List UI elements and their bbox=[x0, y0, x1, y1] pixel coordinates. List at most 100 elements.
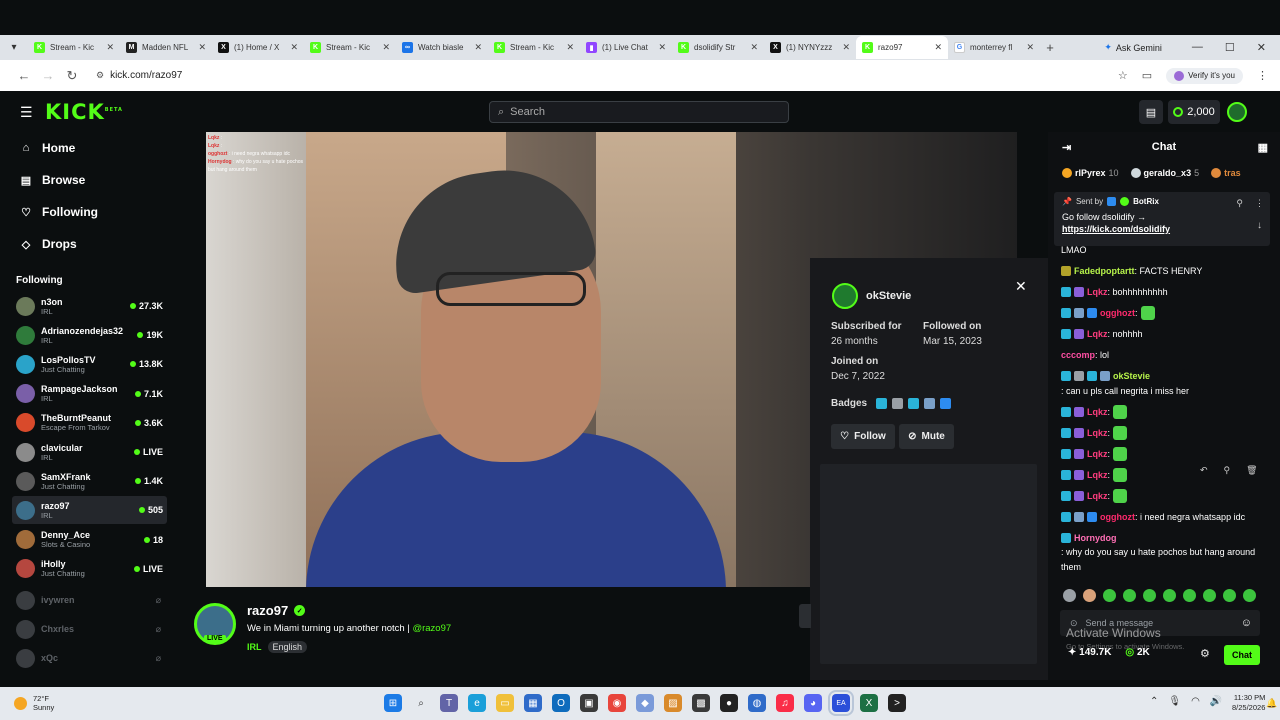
chat-message[interactable]: cccomp: lol bbox=[1061, 348, 1273, 363]
quick-emote-icon[interactable] bbox=[1163, 589, 1176, 602]
edge-icon[interactable]: e bbox=[468, 694, 486, 712]
chat-message[interactable]: ogghozt: i need negra whatsapp idc bbox=[1061, 510, 1273, 525]
outlook-icon[interactable]: O bbox=[552, 694, 570, 712]
following-item[interactable]: SamXFrank Just Chatting 1.4K bbox=[12, 467, 167, 495]
chat-message[interactable]: Lqkz: bohhhhhhhhh bbox=[1061, 285, 1273, 300]
tab-close-icon[interactable]: ✕ bbox=[566, 42, 574, 53]
sidebar-nav-home[interactable]: ⌂ Home bbox=[20, 141, 76, 155]
top-gifter[interactable]: tras bbox=[1211, 168, 1244, 178]
browser-tab[interactable]: Gmonterrey fl ✕ bbox=[948, 36, 1040, 59]
unpin-icon[interactable]: ⚲ bbox=[1236, 198, 1243, 209]
chat-username[interactable]: Lqkz bbox=[1087, 468, 1108, 483]
ea-icon[interactable]: EA bbox=[828, 690, 854, 716]
chat-username[interactable]: ogghozt bbox=[1100, 510, 1135, 525]
tab-close-icon[interactable]: ✕ bbox=[750, 42, 758, 53]
following-item[interactable]: razo97 IRL 505 bbox=[12, 496, 167, 525]
excel-icon[interactable]: X bbox=[860, 694, 878, 712]
following-item-offline[interactable]: Chxrles ⌀ bbox=[12, 615, 167, 643]
menu-kebab-icon[interactable]: ⋮ bbox=[1257, 69, 1268, 82]
chat-username[interactable]: Lqkz bbox=[1087, 489, 1108, 504]
chat-message[interactable]: okStevie: can u pls call negrita i miss … bbox=[1061, 369, 1273, 398]
sidebar-nav-browse[interactable]: ▤ Browse bbox=[20, 173, 86, 187]
quick-emote-icon[interactable] bbox=[1243, 589, 1256, 602]
following-item[interactable]: n3on IRL 27.3K bbox=[12, 292, 167, 320]
following-item[interactable]: Adrianozendejas32 IRL 19K bbox=[12, 321, 167, 349]
collapse-chat-icon[interactable]: ⇥ bbox=[1062, 141, 1071, 154]
back-icon[interactable]: ← bbox=[12, 68, 36, 83]
hamburger-menu-icon[interactable]: ☰ bbox=[20, 104, 33, 121]
browser-tab[interactable]: K Stream - Kic ✕ bbox=[488, 36, 580, 59]
delete-icon[interactable]: 🗑 bbox=[1246, 465, 1257, 476]
close-window-button[interactable]: ✕ bbox=[1257, 41, 1266, 54]
chat-message[interactable]: Lqkz: nohhhh bbox=[1061, 327, 1273, 342]
chat-username[interactable]: cccomp bbox=[1061, 348, 1095, 363]
language-tag[interactable]: English bbox=[267, 641, 308, 653]
tab-close-icon[interactable]: ✕ bbox=[934, 42, 942, 53]
tab-close-icon[interactable]: ✕ bbox=[842, 42, 850, 53]
points-button[interactable]: 2,000 bbox=[1168, 100, 1220, 124]
chat-username[interactable]: ogghozt bbox=[1100, 306, 1135, 321]
cast-icon[interactable]: ▭ bbox=[1142, 69, 1152, 82]
following-item[interactable]: TheBurntPeanut Escape From Tarkov 3.6K bbox=[12, 409, 167, 437]
minimize-button[interactable]: — bbox=[1192, 41, 1203, 54]
site-info-icon[interactable]: ⚙ bbox=[96, 70, 104, 81]
pinned-link[interactable]: https://kick.com/dsolidify bbox=[1062, 224, 1262, 234]
calc-icon[interactable]: ▩ bbox=[692, 694, 710, 712]
teams-icon[interactable]: T bbox=[440, 694, 458, 712]
chat-username[interactable]: Lqkz bbox=[1087, 405, 1108, 420]
chat-username[interactable]: Lqkz bbox=[1087, 426, 1108, 441]
chat-message[interactable]: Lqkz: bbox=[1061, 488, 1273, 504]
following-item-offline[interactable]: ivywren ⌀ bbox=[12, 586, 167, 614]
channel-points[interactable]: ◎ 2K bbox=[1125, 647, 1149, 658]
quick-emote-icon[interactable] bbox=[1203, 589, 1216, 602]
new-tab-button[interactable]: + bbox=[1040, 40, 1060, 55]
ask-gemini-button[interactable]: ✦ Ask Gemini bbox=[1104, 42, 1162, 53]
chat-username[interactable]: Hornydog bbox=[1074, 531, 1117, 546]
chrome-icon[interactable]: ◉ bbox=[608, 694, 626, 712]
settings-icon[interactable]: ◍ bbox=[748, 694, 766, 712]
browser-tab[interactable]: Kdsolidify Str ✕ bbox=[672, 36, 764, 59]
music-icon[interactable]: ♫ bbox=[776, 694, 794, 712]
search-input[interactable]: ⌕ Search bbox=[489, 101, 789, 123]
following-item[interactable]: RampageJackson IRL 7.1K bbox=[12, 380, 167, 408]
search-icon[interactable]: ⌕ bbox=[412, 694, 430, 712]
microphone-icon[interactable]: 🎙 bbox=[1168, 696, 1181, 707]
quick-emote-icon[interactable] bbox=[1103, 589, 1116, 602]
pinned-author[interactable]: BotRix bbox=[1133, 197, 1159, 206]
quick-emote-icon[interactable] bbox=[1063, 589, 1076, 602]
following-item[interactable]: Denny_Ace Slots & Casino 18 bbox=[12, 526, 167, 554]
kick-logo[interactable]: KICKBETA bbox=[45, 100, 123, 124]
following-item[interactable]: clavicular IRL LIVE bbox=[12, 438, 167, 466]
tab-close-icon[interactable]: ✕ bbox=[290, 42, 298, 53]
follow-button[interactable]: ♡ Follow bbox=[831, 424, 895, 449]
browser-tab[interactable]: ▮ (1) Live Chat ✕ bbox=[580, 36, 672, 59]
mute-button[interactable]: ⊘ Mute bbox=[899, 424, 954, 449]
tab-close-icon[interactable]: ✕ bbox=[382, 42, 390, 53]
reply-icon[interactable]: ↶ bbox=[1200, 465, 1208, 476]
maximize-button[interactable]: ☐ bbox=[1225, 41, 1235, 54]
weather-widget[interactable]: 72°F Sunny bbox=[14, 694, 54, 712]
tab-search-icon[interactable]: ▾ bbox=[0, 42, 28, 53]
following-item[interactable]: LosPollosTV Just Chatting 13.8K bbox=[12, 350, 167, 378]
chat-username[interactable]: Fadedpoptartt bbox=[1074, 264, 1135, 279]
chat-message[interactable]: Lqkz: bbox=[1061, 404, 1273, 420]
browser-tab[interactable]: X (1) NYNYzzz ✕ bbox=[764, 36, 856, 59]
reload-icon[interactable]: ↻ bbox=[60, 68, 84, 84]
chat-message[interactable]: Lqkz: bbox=[1061, 446, 1273, 462]
cmd-icon[interactable]: > bbox=[888, 694, 906, 712]
quick-emote-icon[interactable] bbox=[1223, 589, 1236, 602]
theater-mode-button[interactable]: ▤ bbox=[1139, 100, 1163, 124]
wifi-icon[interactable]: ◠ bbox=[1191, 696, 1200, 707]
browser-tab[interactable]: ∞ Watch biasle ✕ bbox=[396, 36, 488, 59]
quick-emote-icon[interactable] bbox=[1143, 589, 1156, 602]
more-options-icon[interactable]: ⋮ bbox=[1255, 198, 1264, 209]
xbox-icon[interactable]: ▣ bbox=[580, 694, 598, 712]
chat-username[interactable]: Lqkz bbox=[1087, 327, 1108, 342]
emoji-icon[interactable]: ☺ bbox=[1241, 617, 1252, 629]
clock[interactable]: 11:30 PM 8/25/2026 bbox=[1232, 693, 1265, 713]
send-chat-button[interactable]: Chat bbox=[1224, 645, 1260, 665]
url-field[interactable]: ⚙ kick.com/razo97 bbox=[96, 70, 182, 81]
photos-icon[interactable]: ▨ bbox=[664, 694, 682, 712]
following-item[interactable]: iHolly Just Chatting LIVE bbox=[12, 555, 167, 583]
tab-close-icon[interactable]: ✕ bbox=[106, 42, 114, 53]
